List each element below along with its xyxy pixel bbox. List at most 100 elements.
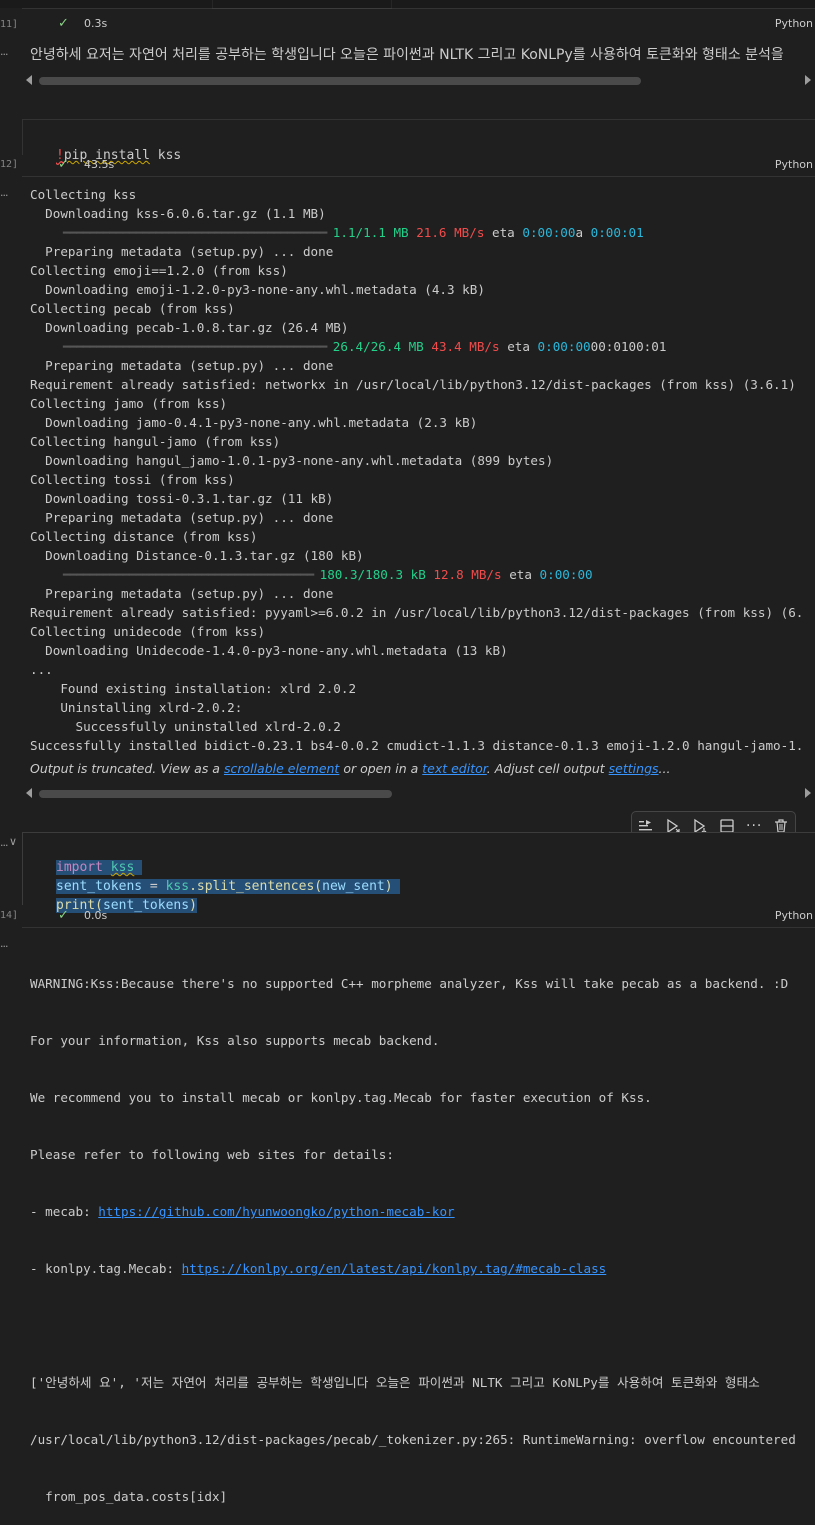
collapse-chevron-icon[interactable]: ∨ [9,835,17,848]
kernel-language[interactable]: Python [775,17,813,30]
horizontal-scrollbar[interactable] [22,787,815,801]
gutter-output-dots[interactable]: ... [0,186,8,199]
execution-time: 0.3s [84,17,108,30]
execution-time: 43.5s [84,158,115,171]
output-line: Collecting unidecode (from kss) [30,624,266,639]
output-line: Uninstalling xlrd-2.0.2: [30,700,243,715]
gutter-output-dots[interactable]: ... [0,836,8,849]
output-line: Downloading jamo-0.4.1-py3-none-any.whl.… [30,415,478,430]
progress-eta-label: eta [499,339,538,354]
kernel-language[interactable]: Python [775,909,813,922]
output-line: Downloading hangul_jamo-1.0.1-py3-none-a… [30,453,554,468]
horizontal-scrollbar[interactable] [22,74,815,88]
gutter-exec-count-12: 12] [0,159,19,170]
progress-speed: 43.4 MB/s [431,339,500,354]
arg-new-sent: new_sent [322,879,385,894]
pip-cell-bottom-border [22,176,815,177]
output-line: Downloading kss-6.0.6.tar.gz (1.1 MB) [30,206,326,221]
output-line: Collecting kss [30,187,137,202]
output-line: Collecting hangul-jamo (from kss) [30,434,281,449]
output-line: Please refer to following web sites for … [30,1147,394,1162]
output-line: For your information, Kss also supports … [30,1033,440,1048]
scrollbar-thumb[interactable] [39,790,392,798]
output-line: ... [30,662,53,677]
settings-link[interactable]: settings [609,761,659,776]
truncation-mid1: or open in a [339,761,423,776]
progress-eta-value: 0:00:00 [522,225,576,240]
konlpy-mecab-link[interactable]: https://konlpy.org/en/latest/api/konlpy.… [182,1261,607,1276]
truncation-suffix: ... [658,761,671,776]
output-line: Downloading tossi-0.3.1.tar.gz (11 kB) [30,491,334,506]
truncation-prefix: Output is truncated. View as a [30,761,224,776]
truncation-note: Output is truncated. View as a scrollabl… [30,761,670,776]
scroll-right-icon[interactable] [805,75,811,85]
kernel-language[interactable]: Python [775,158,813,171]
output-line: - konlpy.tag.Mecab: https://konlpy.org/e… [30,1259,815,1278]
output-line: ['안녕하세 요', '저는 자연어 처리를 공부하는 학생입니다 오늘은 파이… [30,1375,760,1390]
output-line: We recommend you to install mecab or kon… [30,1090,652,1105]
output-blank-line [30,1316,815,1335]
scrollable-element-link[interactable]: scrollable element [224,761,339,776]
text-editor-link[interactable]: text editor [422,761,487,776]
konlpy-label: - konlpy.tag.Mecab: [30,1261,182,1276]
kss-cell-bottom-border [22,927,815,928]
progress-bar: ━━━━━━━━━━━━━━━━━━━━━━━━━━━━━━━━━━━━━━━━ [30,225,333,240]
output-line: Preparing metadata (setup.py) ... done [30,586,334,601]
output-line: Downloading pecab-1.0.8.tar.gz (26.4 MB) [30,320,349,335]
scroll-left-icon[interactable] [26,788,32,798]
execution-time: 0.0s [84,909,108,922]
output-line: Successfully installed bidict-0.23.1 bs4… [30,738,804,753]
truncation-mid2: . Adjust cell output [486,761,609,776]
progress-eta-value: 0:00:00 [539,567,593,582]
progress-tail: a [575,225,591,240]
success-check-icon: ✓ [58,157,69,172]
output-line: Successfully uninstalled xlrd-2.0.2 [30,719,341,734]
kss-cell-status: ✓ 0.0s Python [22,906,815,926]
gutter-exec-count-11: 11] [0,19,19,30]
output-line: from_pos_data.costs[idx] [30,1489,228,1504]
output-line: Requirement already satisfied: networkx … [30,377,796,392]
progress-size: 180.3/180.3 kB [319,567,434,582]
output-line: Collecting tossi (from kss) [30,472,235,487]
progress-line: ━━━━━━━━━━━━━━━━━━━━━━━━━━━━━━━━━━━━━━━━… [30,337,815,356]
top-editor-strip [0,0,815,8]
output-line: Preparing metadata (setup.py) ... done [30,510,334,525]
output-line: Collecting distance (from kss) [30,529,258,544]
gutter-output-dots[interactable]: ... [0,45,8,58]
gutter-exec-count-14: 14] [0,910,19,921]
progress-bar: ━━━━━━━━━━━━━━━━━━━━━━━━━━━━━━━━━━━━━━━━ [30,339,333,354]
progress-line: ━━━━━━━━━━━━━━━━━━━━━━━━━━━━━━━━━━━━━━ 1… [30,565,815,584]
success-check-icon: ✓ [58,16,69,31]
output-line: Downloading Distance-0.1.3.tar.gz (180 k… [30,548,364,563]
success-check-icon: ✓ [58,908,69,923]
progress-tail: 00:0100:01 [590,339,667,354]
output-line: Preparing metadata (setup.py) ... done [30,244,334,259]
progress-speed: 12.8 MB/s [433,567,502,582]
mecab-link[interactable]: https://github.com/hyunwoongko/python-me… [98,1204,454,1219]
close-paren: ) [384,879,393,894]
top-cell-status: ✓ 0.3s Python [22,14,815,34]
output-line: /usr/local/lib/python3.12/dist-packages/… [30,1432,796,1447]
pip-output: Collecting kss Downloading kss-6.0.6.tar… [30,185,815,755]
progress-eta-value: 0:00:00 [537,339,591,354]
output-line: WARNING:Kss:Because there's no supported… [30,976,789,991]
progress-tail2: 0:00:01 [590,225,644,240]
progress-size: 1.1/1.1 MB [332,225,417,240]
progress-size: 26.4/26.4 MB [332,339,432,354]
markdown-output-text: 안녕하세 요저는 자연어 처리를 공부하는 학생입니다 오늘은 파이썬과 NLT… [30,47,784,63]
scroll-left-icon[interactable] [26,75,32,85]
scroll-right-icon[interactable] [805,788,811,798]
output-line: Preparing metadata (setup.py) ... done [30,358,334,373]
output-line: Downloading Unidecode-1.4.0-py3-none-any… [30,643,508,658]
mecab-label: - mecab: [30,1204,99,1219]
output-line: Found existing installation: xlrd 2.0.2 [30,681,357,696]
scrollbar-thumb[interactable] [39,77,641,85]
output-line: Downloading emoji-1.2.0-py3-none-any.whl… [30,282,485,297]
pip-cell-status: ✓ 43.5s Python [22,155,815,175]
kss-output: WARNING:Kss:Because there's no supported… [30,936,815,1525]
output-line: Collecting pecab (from kss) [30,301,235,316]
gutter-output-dots[interactable]: ... [0,937,8,950]
progress-line: ━━━━━━━━━━━━━━━━━━━━━━━━━━━━━━━━━━━━━━━━… [30,223,815,242]
output-line: Requirement already satisfied: pyyaml>=6… [30,605,804,620]
progress-speed: 21.6 MB/s [416,225,485,240]
